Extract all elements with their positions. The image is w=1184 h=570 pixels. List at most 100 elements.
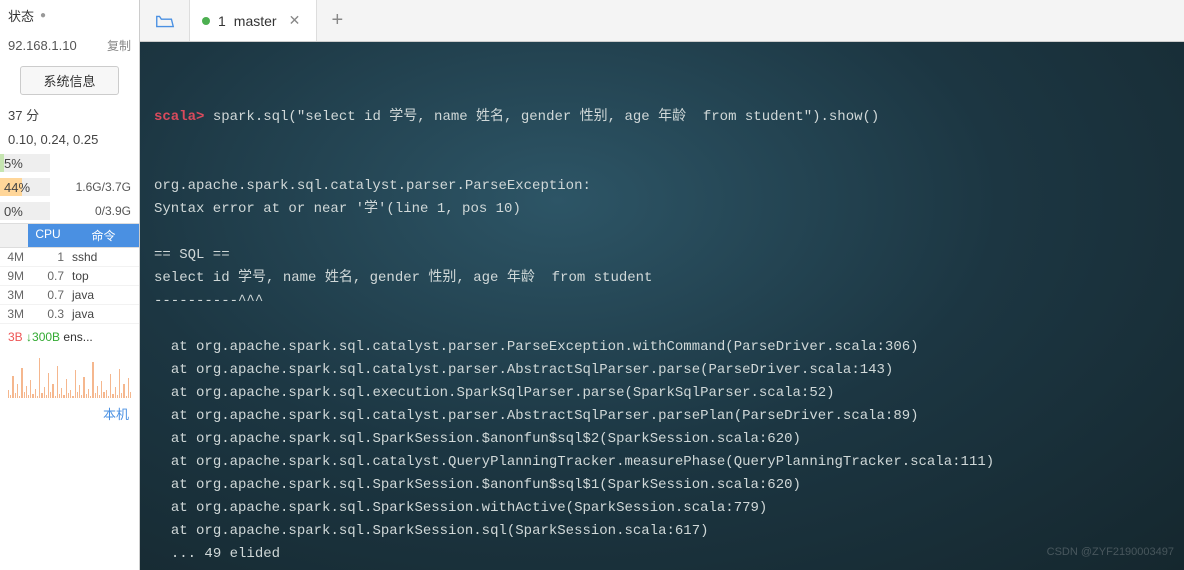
spark-bar <box>8 390 9 398</box>
proc-cmd: sshd <box>68 248 139 266</box>
spark-bar <box>126 396 127 398</box>
proc-cmd: java <box>68 305 139 323</box>
spark-bar <box>101 381 102 398</box>
table-row[interactable]: 3M0.7java <box>0 286 139 305</box>
proc-cpu: 0.7 <box>28 286 68 304</box>
spark-bar <box>55 396 56 398</box>
col-cpu[interactable]: CPU <box>28 224 68 247</box>
spark-bar <box>41 393 42 398</box>
proc-cpu: 0.7 <box>28 267 68 285</box>
net-up: ↓300B <box>26 330 60 344</box>
col-cmd[interactable]: 命令 <box>68 224 139 247</box>
spark-bar <box>37 396 38 398</box>
terminal-line: org.apache.spark.sql.catalyst.parser.Par… <box>154 175 1170 198</box>
spark-bar <box>123 384 124 398</box>
terminal-line: at org.apache.spark.sql.execution.SparkS… <box>154 382 1170 405</box>
tab-bar: 1 master ✕ + <box>140 0 1184 42</box>
spark-bar <box>46 395 47 398</box>
spark-bar <box>121 393 122 398</box>
terminal-line: at org.apache.spark.sql.SparkSession.sql… <box>154 520 1170 543</box>
spark-bar <box>26 386 27 398</box>
bar-pct: 44% <box>0 178 22 196</box>
status-header: 状态 ● <box>0 0 139 31</box>
terminal-line: at org.apache.spark.sql.catalyst.parser.… <box>154 359 1170 382</box>
spark-bar <box>83 377 84 398</box>
spark-bar <box>117 395 118 398</box>
network-row: 3B ↓300B ens... <box>0 324 139 350</box>
tab-close-button[interactable]: ✕ <box>285 12 305 29</box>
proc-cpu: 1 <box>28 248 68 266</box>
spark-bar <box>59 394 60 398</box>
terminal-line <box>154 313 1170 336</box>
spark-bar <box>57 366 58 398</box>
status-label: 状态 <box>8 6 34 25</box>
uptime-text: 37 分 <box>0 101 139 128</box>
spark-bar <box>99 395 100 398</box>
spark-bar <box>61 388 62 398</box>
spark-bar <box>90 396 91 398</box>
terminal-line: at org.apache.spark.sql.catalyst.QueryPl… <box>154 451 1170 474</box>
loadavg-text: 0.10, 0.24, 0.25 <box>0 128 139 151</box>
tab-master[interactable]: 1 master ✕ <box>190 0 317 41</box>
terminal-cmd: spark.sql("select id 学号, name 姓名, gender… <box>204 109 879 125</box>
spark-bar <box>24 392 25 398</box>
spark-bar <box>50 392 51 398</box>
tab-add-button[interactable]: + <box>317 0 357 41</box>
spark-bar <box>75 370 76 398</box>
spark-bar <box>88 389 89 398</box>
copy-button[interactable]: 复制 <box>107 37 131 54</box>
terminal-line: at org.apache.spark.sql.catalyst.parser.… <box>154 336 1170 359</box>
spark-bar <box>95 393 96 398</box>
table-row[interactable]: 3M0.3java <box>0 305 139 324</box>
spark-bar <box>21 368 22 398</box>
bar-right: 0/3.9G <box>50 204 139 218</box>
system-info-button[interactable]: 系统信息 <box>20 66 119 95</box>
process-table-header: CPU 命令 <box>0 223 139 248</box>
terminal-line: scala> spark.sql("select id 学号, name 姓名,… <box>154 106 1170 129</box>
usage-bar: 44% 1.6G/3.7G <box>0 175 139 199</box>
terminal[interactable]: scala> spark.sql("select id 学号, name 姓名,… <box>140 42 1184 570</box>
spark-bar <box>35 389 36 398</box>
proc-mem: 3M <box>0 305 28 323</box>
spark-bar <box>30 380 31 398</box>
terminal-line: Syntax error at or near '学'(line 1, pos … <box>154 198 1170 221</box>
spark-bar <box>32 394 33 398</box>
spark-bar <box>97 386 98 398</box>
spark-bar <box>17 384 18 398</box>
proc-cmd: java <box>68 286 139 304</box>
usage-bar: 5% <box>0 151 139 175</box>
terminal-line: == SQL == <box>154 244 1170 267</box>
spark-bar <box>130 392 131 398</box>
ip-row: 92.168.1.10 复制 <box>0 31 139 60</box>
tab-status-dot-icon <box>202 17 210 25</box>
spark-bar <box>79 385 80 398</box>
spark-bar <box>12 376 13 398</box>
process-table-body: 4M1sshd9M0.7top3M0.7java3M0.3java <box>0 248 139 324</box>
usage-bar: 0% 0/3.9G <box>0 199 139 223</box>
terminal-line: ----------^^^ <box>154 290 1170 313</box>
spark-bar <box>92 362 93 398</box>
spark-bar <box>10 395 11 398</box>
bar-right: 1.6G/3.7G <box>50 180 139 194</box>
spark-bar <box>28 395 29 398</box>
spark-bar <box>15 393 16 398</box>
spark-bar <box>86 394 87 398</box>
table-row[interactable]: 9M0.7top <box>0 267 139 286</box>
col-mem <box>0 224 28 247</box>
spark-bar <box>103 392 104 398</box>
spark-bar <box>44 387 45 398</box>
folder-open-icon <box>154 10 176 32</box>
spark-bar <box>77 392 78 398</box>
proc-mem: 3M <box>0 286 28 304</box>
folder-button[interactable] <box>140 0 190 41</box>
spark-bar <box>63 395 64 398</box>
sidebar: 状态 ● 92.168.1.10 复制 系统信息 37 分 0.10, 0.24… <box>0 0 140 570</box>
spark-bar <box>72 396 73 398</box>
local-machine-label[interactable]: 本机 <box>0 400 139 427</box>
terminal-line: at org.apache.spark.sql.catalyst.parser.… <box>154 405 1170 428</box>
terminal-line: ... 49 elided <box>154 543 1170 566</box>
table-row[interactable]: 4M1sshd <box>0 248 139 267</box>
terminal-line: at org.apache.spark.sql.SparkSession.$an… <box>154 428 1170 451</box>
net-iface: ens... <box>63 330 92 344</box>
spark-bar <box>115 387 116 398</box>
